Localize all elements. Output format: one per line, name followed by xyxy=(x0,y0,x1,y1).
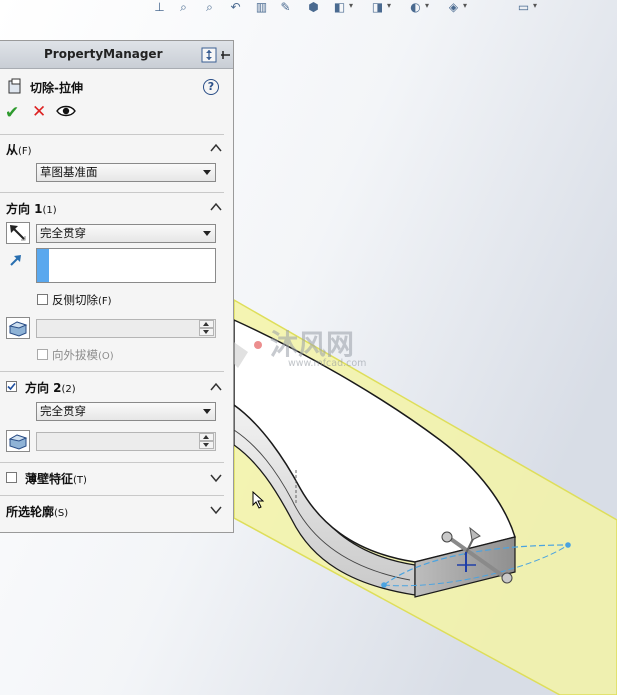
draft-on-off-button[interactable] xyxy=(6,317,30,339)
direction-vector-selection-box[interactable] xyxy=(36,248,216,283)
property-manager-header: PropertyManager xyxy=(0,41,233,69)
ok-button[interactable]: ✔ xyxy=(5,103,19,123)
pin-icon[interactable] xyxy=(201,47,231,63)
view-settings-icon[interactable]: ▭ xyxy=(516,0,531,13)
flip-side-to-cut-checkbox[interactable] xyxy=(37,294,48,305)
help-icon[interactable]: ? xyxy=(203,79,219,95)
dropdown-caret-icon[interactable]: ▾ xyxy=(463,1,467,10)
direction2-end-condition-select[interactable]: 完全贯穿 xyxy=(36,402,216,421)
view-orientation-icon[interactable]: ⊥ xyxy=(152,0,167,13)
property-manager-panel: PropertyManager 切除-拉伸 ? ✔ ✕ 从(F) 草图基准面 方… xyxy=(0,40,234,533)
draft-outward-checkbox[interactable] xyxy=(37,349,48,360)
reverse-direction-button[interactable] xyxy=(6,222,30,244)
selection-box-active-indicator xyxy=(37,249,49,282)
spin-down-button[interactable] xyxy=(199,441,214,449)
dropdown-caret-icon[interactable]: ▾ xyxy=(349,1,353,10)
direction2-checkbox[interactable] xyxy=(6,381,17,392)
from-start-condition-select[interactable]: 草图基准面 xyxy=(36,163,216,182)
direction1-section-label[interactable]: 方向 1(1) xyxy=(6,200,57,217)
from-section-label[interactable]: 从(F) xyxy=(6,141,32,158)
chevron-up-icon[interactable] xyxy=(210,142,222,154)
watermark-url: www.mfcad.com xyxy=(288,358,366,369)
draft-icon xyxy=(8,434,28,450)
view-orientation-cube-icon[interactable]: ⬢ xyxy=(306,0,321,13)
draft-on-off-button-direction2[interactable] xyxy=(6,430,30,452)
sketch-point[interactable] xyxy=(565,542,571,548)
checkmark-icon xyxy=(7,382,16,391)
direction-vector-icon xyxy=(10,255,21,266)
spin-up-button[interactable] xyxy=(199,433,214,441)
previous-view-icon[interactable]: ↶ xyxy=(228,0,243,13)
spin-up-button[interactable] xyxy=(199,320,214,328)
display-style-icon[interactable]: ◧ xyxy=(332,0,347,13)
chevron-down-icon[interactable] xyxy=(210,472,222,484)
selected-contours-section-label[interactable]: 所选轮廓(S) xyxy=(6,503,68,520)
draft-outward-label: 向外拔模(O) xyxy=(52,348,114,362)
heads-up-view-toolbar: ⊥ ⌕ ⌕ ↶ ▥ ✎ ⬢ ◧ ▾ ◨ ▾ ◐ ▾ ◈ ▾ ▭ ▾ xyxy=(150,0,550,16)
detailed-preview-eye-icon[interactable] xyxy=(56,104,76,118)
hide-show-items-icon[interactable]: ◨ xyxy=(370,0,385,13)
apply-scene-icon[interactable]: ◈ xyxy=(446,0,461,13)
dropdown-caret-icon[interactable]: ▾ xyxy=(387,1,391,10)
section-divider xyxy=(0,462,224,463)
dynamic-annotation-icon[interactable]: ✎ xyxy=(278,0,293,13)
feature-title: 切除-拉伸 xyxy=(30,81,83,95)
cancel-button[interactable]: ✕ xyxy=(32,102,46,122)
direction2-draft-angle-spinbox[interactable] xyxy=(36,432,216,451)
sketch-point[interactable] xyxy=(381,582,387,588)
watermark-brand: 沐风网 xyxy=(270,328,354,361)
chevron-up-icon[interactable] xyxy=(210,381,222,393)
reverse-direction-icon xyxy=(10,225,26,241)
property-manager-title: PropertyManager xyxy=(44,47,163,61)
thin-feature-checkbox[interactable] xyxy=(6,472,17,483)
section-divider xyxy=(0,495,224,496)
draft-icon xyxy=(8,321,28,337)
zoom-to-fit-icon[interactable]: ⌕ xyxy=(176,0,191,13)
spin-down-button[interactable] xyxy=(199,328,214,336)
dropdown-caret-icon[interactable]: ▾ xyxy=(533,1,537,10)
section-divider xyxy=(0,371,224,372)
thin-feature-section-label[interactable]: 薄壁特征(T) xyxy=(25,470,87,487)
flip-side-to-cut-label: 反侧切除(F) xyxy=(52,293,112,307)
direction1-end-condition-select[interactable]: 完全贯穿 xyxy=(36,224,216,243)
edit-appearance-icon[interactable]: ◐ xyxy=(408,0,423,13)
chevron-up-icon[interactable] xyxy=(210,201,222,213)
draft-angle-spinbox[interactable] xyxy=(36,319,216,338)
section-view-icon[interactable]: ▥ xyxy=(254,0,269,13)
section-divider xyxy=(0,192,224,193)
cut-extrude-icon xyxy=(8,78,21,94)
zoom-to-area-icon[interactable]: ⌕ xyxy=(202,0,217,13)
direction2-section-label[interactable]: 方向 2(2) xyxy=(25,379,76,396)
chevron-down-icon[interactable] xyxy=(210,504,222,516)
mouse-cursor-icon xyxy=(252,491,264,509)
section-divider xyxy=(0,134,224,135)
dropdown-caret-icon[interactable]: ▾ xyxy=(425,1,429,10)
